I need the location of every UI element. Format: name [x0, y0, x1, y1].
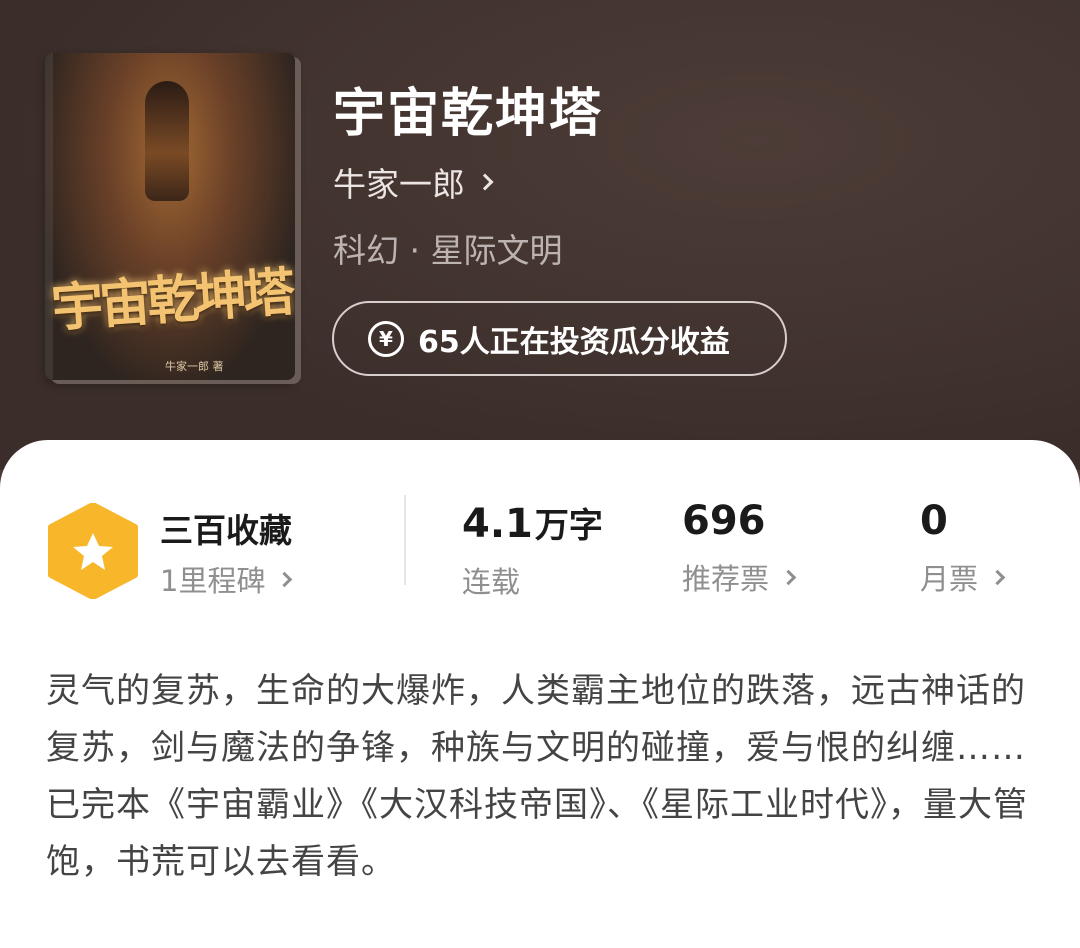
intro-paragraph: 灵气的复苏，生命的大爆炸，人类霸主地位的跌落，远古神话的复苏，剑与魔法的争锋，种…: [46, 671, 1026, 768]
cover-title: 宇宙乾坤塔: [49, 261, 294, 340]
author-link[interactable]: 牛家一郎: [333, 158, 494, 206]
book-intro[interactable]: 灵气的复苏，生命的大爆炸，人类霸主地位的跌落，远古神话的复苏，剑与魔法的争锋，种…: [46, 663, 1036, 891]
divider: [404, 495, 406, 585]
invest-button[interactable]: ¥ 65人正在投资瓜分收益: [332, 301, 787, 376]
cover-artwork: [145, 81, 189, 201]
book-genre: 科幻 · 星际文明: [333, 231, 563, 270]
milestone-link[interactable]: 1里程碑: [160, 558, 293, 600]
word-count-stat: 4.1 万字 连载: [462, 498, 603, 601]
word-count-unit: 万字: [534, 506, 603, 546]
recommend-ticket-stat[interactable]: 696 推荐票: [682, 498, 797, 598]
intro-paragraph: 已完本《宇宙霸业》《大汉科技帝国》、《星际工业时代》，量大管饱，书荒可以去看看。: [46, 785, 1028, 882]
chevron-right-icon: [277, 571, 293, 587]
star-hexagon-icon[interactable]: [47, 503, 139, 599]
monthly-ticket-count: 0: [920, 498, 948, 544]
monthly-ticket-stat[interactable]: 0 月票: [920, 498, 1006, 598]
chevron-right-icon: [476, 173, 494, 191]
invest-label: 65人正在投资瓜分收益: [418, 324, 730, 360]
chevron-right-icon: [780, 569, 797, 585]
yen-circle-icon: ¥: [368, 320, 404, 357]
cover-author: 牛家一郎 著: [165, 360, 224, 373]
milestone-count: 1里程碑: [160, 564, 266, 598]
book-cover[interactable]: 宇宙乾坤塔 牛家一郎 著: [45, 53, 295, 380]
cover-spine: [45, 53, 53, 380]
milestone-title: 三百收藏: [160, 511, 292, 550]
monthly-ticket-label: 月票: [920, 562, 979, 596]
serial-status: 连载: [462, 565, 521, 599]
recommend-ticket-count: 696: [682, 498, 766, 544]
word-count-value: 4.1: [462, 501, 533, 547]
recommend-ticket-label: 推荐票: [682, 562, 770, 596]
book-title: 宇宙乾坤塔: [333, 84, 604, 144]
author-name: 牛家一郎: [333, 165, 465, 204]
chevron-right-icon: [989, 569, 1006, 585]
